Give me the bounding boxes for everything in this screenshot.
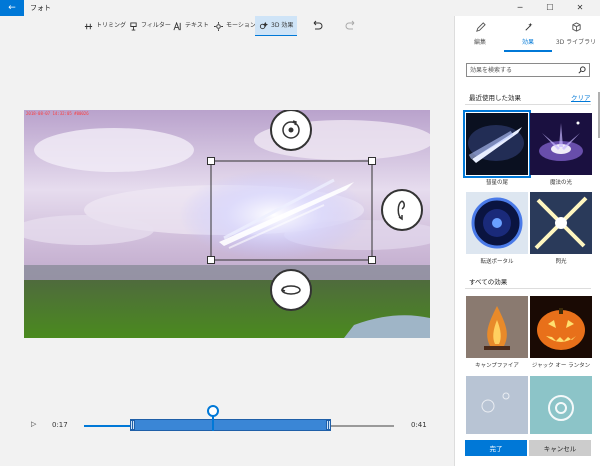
motion-icon — [214, 21, 223, 31]
back-button[interactable]: ← — [0, 0, 24, 16]
bubbles-preview — [466, 376, 528, 434]
text-button[interactable]: テキスト — [169, 16, 213, 36]
timeline-progress — [84, 425, 130, 427]
effect-thumb-magic-light[interactable] — [530, 113, 592, 175]
effect-label-campfire: キャンプファイア — [475, 363, 519, 369]
effect-search-input[interactable] — [467, 64, 575, 76]
tab-effects-label: 効果 — [521, 39, 534, 46]
resize-handle-bottom-right[interactable] — [368, 256, 376, 264]
rotate-z-handle[interactable] — [270, 110, 312, 151]
effect-search-box[interactable] — [466, 63, 590, 77]
comet-tail-preview — [466, 113, 528, 175]
text-icon — [173, 21, 181, 30]
redo-icon[interactable] — [344, 19, 358, 33]
title-bar: ← フォト ─ ☐ ✕ — [0, 0, 600, 16]
arrow-left-icon: ← — [8, 3, 16, 13]
current-time: 0:17 — [52, 421, 68, 429]
tab-3d-library-label: 3D ライブラリ — [555, 39, 597, 46]
effects3d-button[interactable]: 3D 効果 — [255, 16, 298, 36]
flash-preview — [530, 192, 592, 254]
sparkle-icon — [524, 22, 532, 31]
end-time: 0:41 — [411, 421, 427, 429]
jack-o-lantern-preview — [530, 296, 592, 358]
effect-label-jack-o-lantern: ジャック オー ランタン — [531, 363, 591, 369]
rotate-y-handle[interactable] — [381, 189, 423, 231]
text-label: テキスト — [185, 22, 209, 29]
motion-button[interactable]: モーション — [210, 16, 260, 36]
trim-label: トリミング — [96, 22, 127, 29]
app-title: フォト — [30, 4, 51, 12]
recent-effects-heading: 最近使用した効果 — [469, 94, 521, 102]
resize-handle-top-right[interactable] — [368, 157, 376, 165]
motion-label: モーション — [226, 22, 256, 29]
effect-label-magic-light: 魔法の光 — [549, 180, 572, 186]
divider — [465, 104, 591, 105]
pencil-icon — [475, 22, 486, 32]
effect-thumb-portal[interactable] — [466, 192, 528, 254]
rotate-clockwise-icon — [282, 120, 300, 139]
effect-thumb-flash[interactable] — [530, 192, 592, 254]
effect-thumb-jack-o-lantern[interactable] — [530, 296, 592, 358]
playhead-knob[interactable] — [207, 405, 219, 417]
rotate-x-handle[interactable] — [270, 269, 312, 311]
portal-preview — [466, 192, 528, 254]
tab-effects[interactable]: 効果 — [504, 20, 552, 52]
clip-start-handle[interactable] — [130, 419, 135, 431]
all-effects-heading: すべての効果 — [469, 278, 508, 286]
effect-label-portal: 転送ポータル — [480, 259, 514, 265]
effect-thumb-comet[interactable] — [463, 110, 531, 178]
campfire-preview — [466, 296, 528, 358]
play-button[interactable]: ▷ — [31, 420, 36, 428]
filter-label: フィルター — [141, 22, 171, 29]
resize-handle-top-left[interactable] — [207, 157, 215, 165]
cube-icon — [571, 22, 581, 32]
resize-handle-bottom-left[interactable] — [207, 256, 215, 264]
cancel-button[interactable]: キャンセル — [529, 440, 591, 456]
close-button[interactable]: ✕ — [566, 0, 594, 16]
rotate-horizontal-icon — [280, 285, 301, 295]
playhead-line — [212, 416, 214, 431]
maximize-button[interactable]: ☐ — [536, 0, 564, 16]
search-icon[interactable] — [578, 66, 586, 74]
filter-icon — [130, 21, 137, 31]
effect-label-flash: 閃光 — [555, 259, 567, 265]
clip-end-handle[interactable] — [326, 419, 331, 431]
effect-thumb-campfire[interactable] — [466, 296, 528, 358]
divider — [465, 288, 591, 289]
effect-clip-range[interactable] — [130, 419, 331, 431]
tab-3d-library[interactable]: 3D ライブラリ — [552, 20, 600, 50]
effects-panel: 編集 効果 3D ライブラリ 最近使用した効果 クリア 彗星の尾 魔法 — [454, 16, 600, 466]
effect-thumb-bubbles[interactable] — [466, 376, 528, 434]
trim-icon — [84, 23, 93, 29]
done-button[interactable]: 完了 — [465, 440, 527, 456]
trim-button[interactable]: トリミング — [80, 16, 130, 36]
tab-edit[interactable]: 編集 — [456, 20, 504, 50]
selection-box[interactable] — [24, 110, 430, 338]
magic-light-preview — [530, 113, 592, 175]
tab-edit-label: 編集 — [473, 39, 486, 46]
undo-icon[interactable] — [310, 19, 324, 33]
effect-thumb-swirl[interactable] — [530, 376, 592, 434]
effects3d-label: 3D 効果 — [271, 21, 294, 29]
swirl-preview — [530, 376, 592, 434]
clear-recent-link[interactable]: クリア — [571, 92, 591, 102]
effect-label-comet: 彗星の尾 — [485, 180, 508, 186]
filter-button[interactable]: フィルター — [125, 16, 175, 36]
toolbar: トリミング フィルター テキスト モーション 3D 効果 — [0, 16, 454, 36]
effects3d-icon — [259, 21, 268, 30]
rotate-vertical-icon — [397, 200, 405, 221]
minimize-button[interactable]: ─ — [506, 0, 534, 16]
video-preview[interactable]: 2018-08-07 14:32:05 #00026 — [24, 110, 430, 338]
